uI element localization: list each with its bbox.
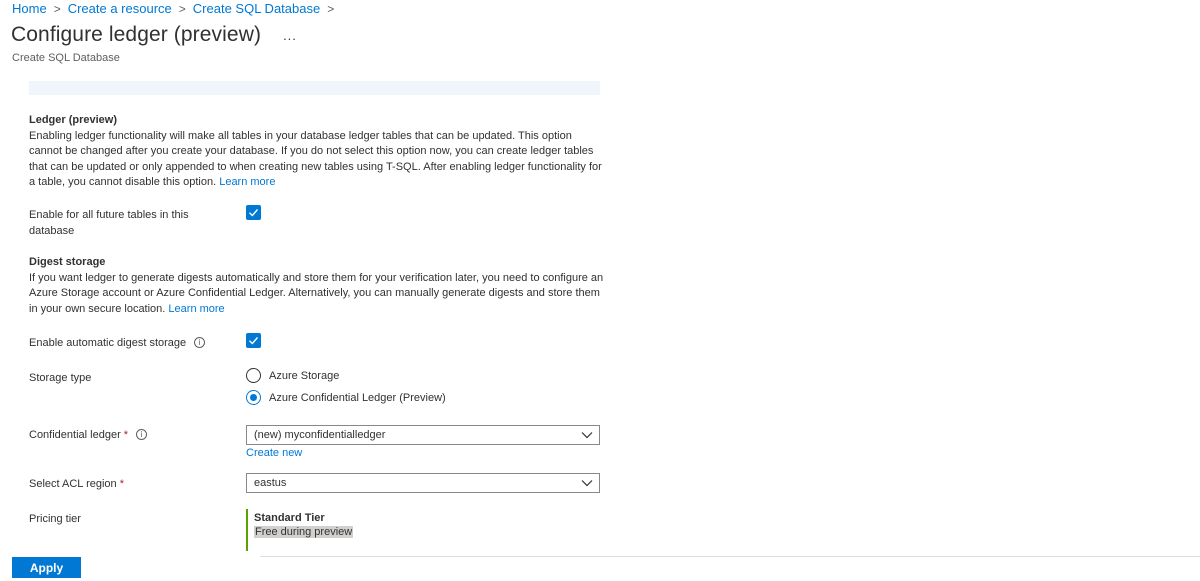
info-icon[interactable]: i (136, 429, 148, 440)
radio-azure-storage-label: Azure Storage (269, 369, 340, 382)
chevron-down-icon (581, 432, 593, 439)
title-row: Configure ledger (preview) ... (11, 23, 297, 47)
confidential-ledger-label: Confidential ledger * i (29, 428, 148, 444)
pricing-tier-label: Pricing tier (29, 513, 81, 525)
digest-description-block: If you want ledger to generate digests a… (29, 271, 604, 318)
create-new-link[interactable]: Create new (246, 447, 302, 459)
chevron-down-icon (581, 480, 593, 487)
ledger-description-block: Enabling ledger functionality will make … (29, 129, 604, 191)
required-marker: * (123, 429, 129, 441)
ledger-section: Ledger (preview) Enabling ledger functio… (29, 113, 604, 191)
radio-checked-icon (246, 390, 261, 405)
info-icon[interactable]: i (194, 337, 206, 348)
enable-ledger-label: Enable for all future tables in this dat… (29, 209, 189, 237)
acl-region-value: eastus (254, 477, 287, 489)
page-title: Configure ledger (preview) (11, 23, 262, 46)
radio-azure-storage[interactable]: Azure Storage (246, 368, 339, 383)
footer-divider (260, 556, 1200, 557)
checkmark-icon (249, 337, 259, 345)
digest-description: If you want ledger to generate digests a… (29, 271, 604, 315)
required-marker: * (119, 478, 124, 490)
digest-learn-more-link[interactable]: Learn more (168, 303, 224, 315)
storage-type-label: Storage type (29, 372, 92, 384)
auto-digest-label-text: Enable automatic digest storage (29, 337, 187, 349)
breadcrumb-separator: > (53, 1, 61, 16)
radio-azure-confidential-ledger-label: Azure Confidential Ledger (Preview) (269, 391, 446, 404)
breadcrumb-create-sql-database[interactable]: Create SQL Database (193, 1, 320, 16)
digest-heading: Digest storage (29, 256, 106, 268)
ledger-heading: Ledger (preview) (29, 114, 118, 126)
digest-section: Digest storage If you want ledger to gen… (29, 255, 604, 317)
pricing-tier-description: Free during preview (254, 526, 354, 538)
radio-unchecked-icon (246, 368, 261, 383)
enable-ledger-checkbox[interactable] (246, 205, 261, 220)
breadcrumb-create-resource[interactable]: Create a resource (68, 1, 172, 16)
info-banner (29, 81, 600, 95)
confidential-ledger-dropdown[interactable]: (new) myconfidentialledger (246, 425, 600, 445)
breadcrumb-home[interactable]: Home (12, 1, 47, 16)
apply-button[interactable]: Apply (12, 557, 81, 578)
pricing-tier-name: Standard Tier (254, 512, 325, 524)
checkmark-icon (249, 209, 259, 217)
more-options-button[interactable]: ... (283, 28, 297, 43)
breadcrumb-separator: > (327, 1, 335, 16)
ledger-learn-more-link[interactable]: Learn more (219, 176, 275, 188)
confidential-ledger-value: (new) myconfidentialledger (254, 429, 386, 441)
breadcrumb: Home > Create a resource > Create SQL Da… (12, 1, 341, 16)
breadcrumb-separator: > (178, 1, 186, 16)
auto-digest-label: Enable automatic digest storage i (29, 336, 206, 352)
auto-digest-checkbox[interactable] (246, 333, 261, 348)
acl-region-label: Select ACL region * (29, 477, 124, 493)
ledger-description: Enabling ledger functionality will make … (29, 129, 602, 189)
radio-azure-confidential-ledger[interactable]: Azure Confidential Ledger (Preview) (246, 390, 446, 405)
confidential-ledger-label-text: Confidential ledger (29, 429, 121, 441)
page-subtitle: Create SQL Database (12, 52, 120, 64)
pricing-tier-card: Standard Tier Free during preview (246, 509, 354, 551)
acl-region-dropdown[interactable]: eastus (246, 473, 600, 493)
acl-region-label-text: Select ACL region (29, 478, 117, 490)
